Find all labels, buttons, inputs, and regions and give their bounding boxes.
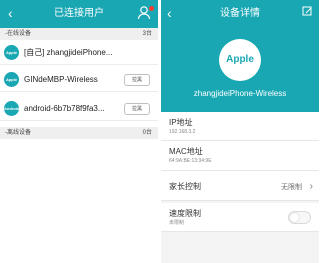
speed-limit-value: 未限制 [169, 220, 185, 226]
offline-section-header: -离线设备 0台 [0, 127, 158, 139]
device-row-mbp[interactable]: Apple GINdeMBP-Wireless 拉黑 [0, 67, 158, 92]
block-button[interactable]: 拉黑 [124, 74, 150, 86]
mac-value: 64:9A:BE:13:34:9E [169, 158, 212, 164]
device-details-panel: ‹ 设备详情 Apple zhangjideiPhone-Wireless IP… [161, 0, 319, 263]
edit-icon[interactable] [302, 6, 313, 17]
toggle-knob [290, 213, 299, 222]
page-title: 设备详情 [220, 8, 260, 19]
chevron-right-icon: › [309, 181, 313, 192]
offline-section-label: -离线设备 [5, 130, 31, 136]
device-row-android[interactable]: Android android-6b7b78f9fa3... 拉黑 [0, 96, 158, 121]
connected-users-header: ‹ 已连接用户 [0, 0, 158, 28]
ip-label: IP地址 [169, 118, 193, 127]
parental-control-row[interactable]: 家长控制 无限制 › [161, 171, 319, 201]
speed-limit-toggle[interactable] [288, 211, 311, 224]
online-device-count: 3台 [142, 31, 152, 37]
apple-logo: Apple [219, 39, 261, 81]
online-section-label: -在线设备 [5, 31, 31, 37]
device-name: zhangjideiPhone-Wireless [193, 89, 287, 98]
parental-control-value: 无限制 [281, 184, 302, 191]
apple-icon: Apple [4, 45, 19, 60]
device-row-self[interactable]: Apple [自己] zhangjideiPhone... [0, 40, 158, 65]
android-icon: Android [4, 101, 19, 116]
ip-address-row: IP地址 192.168.3.2 [161, 112, 319, 141]
offline-device-count: 0台 [142, 130, 152, 136]
ip-value: 192.168.3.2 [169, 129, 196, 135]
mac-label: MAC地址 [169, 147, 203, 156]
device-details-header: ‹ 设备详情 Apple zhangjideiPhone-Wireless [161, 0, 319, 112]
device-name: GINdeMBP-Wireless [24, 75, 98, 84]
online-section-header: -在线设备 3台 [0, 28, 158, 40]
apple-icon: Apple [4, 72, 19, 87]
speed-limit-row: 速度限制 未限制 [161, 203, 319, 232]
mac-address-row: MAC地址 64:9A:BE:13:34:9E [161, 141, 319, 171]
parental-control-label: 家长控制 [169, 182, 201, 191]
device-name: [自己] zhangjideiPhone... [24, 48, 113, 57]
connected-users-panel: ‹ 已连接用户 -在线设备 3台 Apple [自己] zhangjideiPh… [0, 0, 158, 263]
device-name: android-6b7b78f9fa3... [24, 104, 105, 113]
notification-dot [149, 6, 154, 11]
speed-limit-label: 速度限制 [169, 209, 201, 218]
block-button[interactable]: 拉黑 [124, 103, 150, 115]
page-title: 已连接用户 [54, 8, 104, 19]
